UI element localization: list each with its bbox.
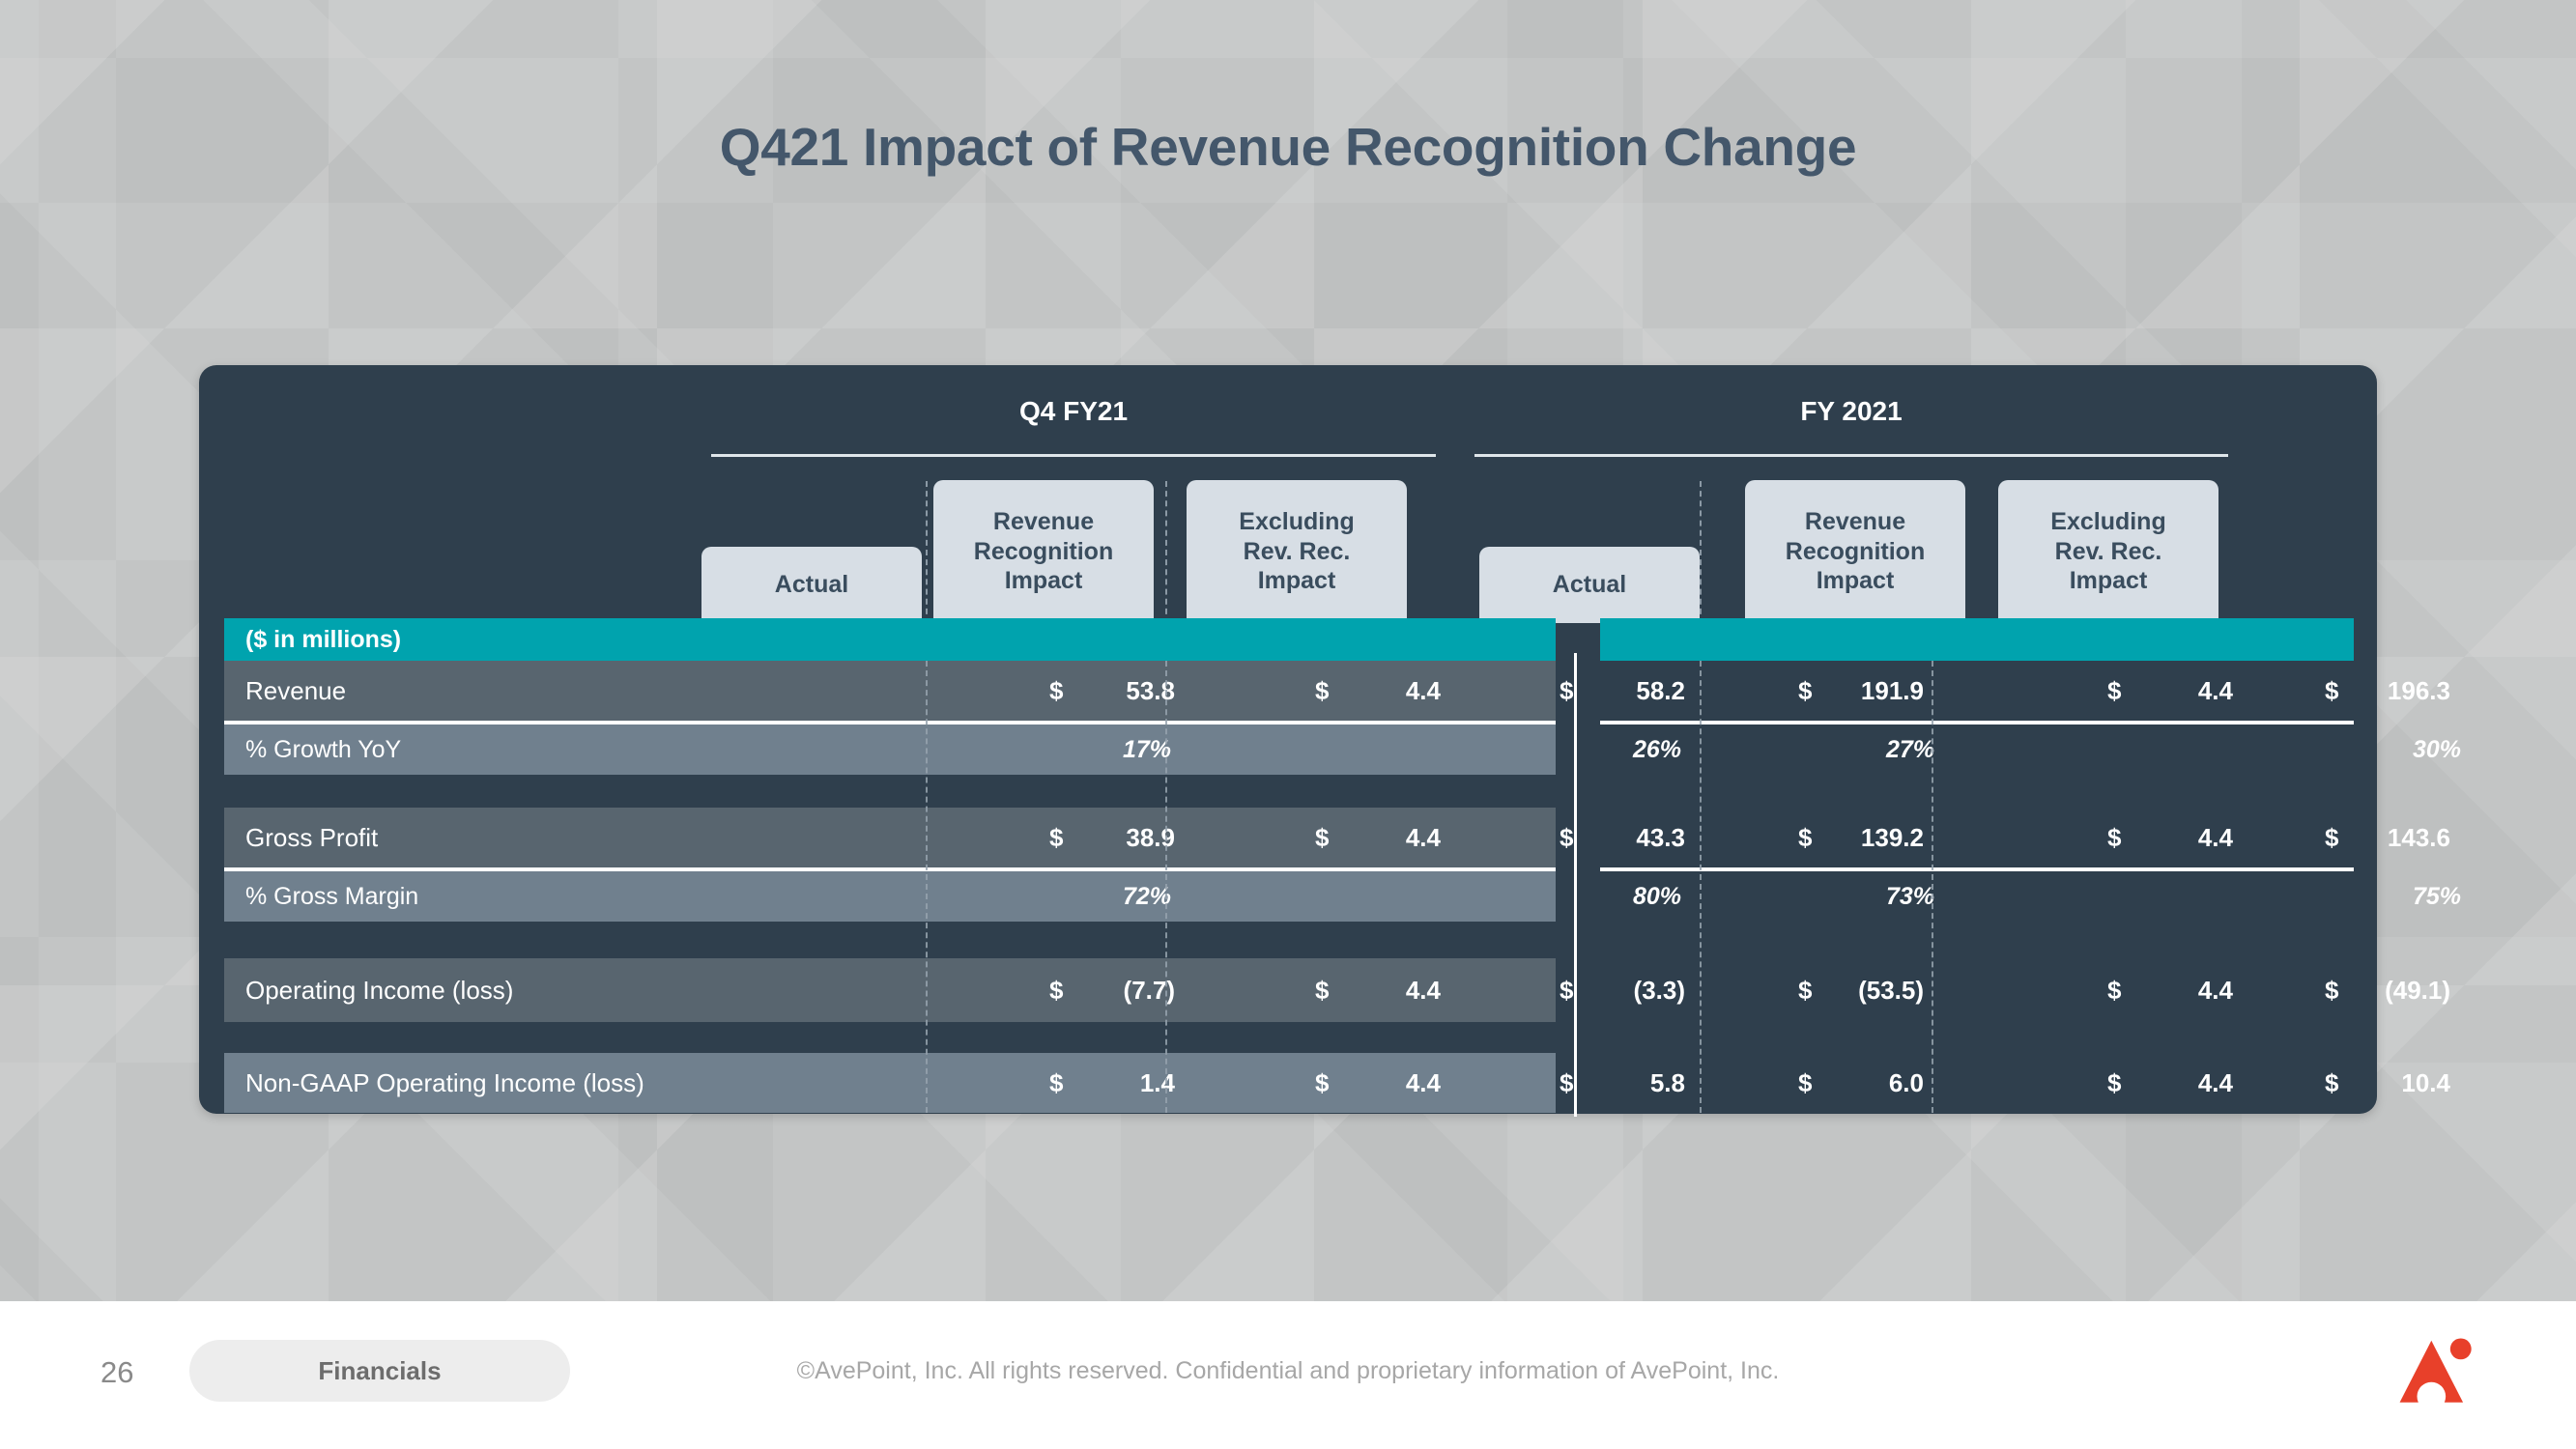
column-header-q4-excluding[interactable]: Excluding Rev. Rec. Impact xyxy=(1187,480,1407,623)
column-header-q4-rev-rec-impact[interactable]: Revenue Recognition Impact xyxy=(933,480,1154,623)
column-header-label: Revenue Recognition Impact xyxy=(1785,508,1926,595)
cell-fy-actual-value: $139.2 xyxy=(1798,822,1924,852)
group-rule-fy2021 xyxy=(1474,454,2228,457)
cell-q4-excluding-value: $43.3 xyxy=(1560,822,1685,852)
copyright-text: ©AvePoint, Inc. All rights reserved. Con… xyxy=(796,1357,1780,1384)
cell-q4-actual-value: 17% xyxy=(1122,735,1171,763)
cell-q4-actual-value: $1.4 xyxy=(1049,1067,1175,1097)
cell-q4-actual-value: $38.9 xyxy=(1049,822,1175,852)
cell-fy-excluding-value: $143.6 xyxy=(2325,822,2450,852)
cell-fy-excluding-value: 75% xyxy=(2412,882,2461,910)
table-row[interactable]: Non-GAAP Operating Income (loss) $1.4 $4… xyxy=(199,1053,2450,1113)
cell-fy-impact-value: $4.4 xyxy=(2107,822,2233,852)
row-label: % Gross Margin xyxy=(224,871,1556,922)
cell-q4-impact-value: $4.4 xyxy=(1315,675,1441,705)
column-header-fy-actual[interactable]: Actual xyxy=(1479,547,1700,623)
cell-q4-excluding-value: 80% xyxy=(1632,882,1681,910)
cell-fy-impact-value: $4.4 xyxy=(2107,975,2233,1005)
units-banner-left: ($ in millions) xyxy=(224,618,1556,661)
header-dash-3 xyxy=(1700,481,1702,624)
group-rule-q4fy21 xyxy=(711,454,1436,457)
column-header-label: Actual xyxy=(1552,571,1627,599)
column-header-label: Excluding Rev. Rec. Impact xyxy=(2050,508,2166,595)
table-row[interactable]: Gross Profit $38.9 $4.4 $43.3 $139.2 $4.… xyxy=(199,808,2450,867)
cell-fy-actual-value: $ (53.5) xyxy=(1798,975,1924,1005)
cell-q4-actual-value: 72% xyxy=(1122,882,1171,910)
table-row[interactable]: % Gross Margin 72% 80% 73% 75% xyxy=(199,871,2461,922)
table-row[interactable]: % Growth YoY 17% 26% 27% 30% xyxy=(199,724,2461,775)
cell-fy-impact-value: $4.4 xyxy=(2107,1067,2233,1097)
page-title: Q421 Impact of Revenue Recognition Chang… xyxy=(719,117,1857,177)
slide-canvas: Q421 Impact of Revenue Recognition Chang… xyxy=(0,0,2576,1449)
cell-q4-excluding-value: 26% xyxy=(1632,735,1681,763)
group-header-fy2021: FY 2021 xyxy=(1800,396,1903,426)
table-row[interactable]: Operating Income (loss) $ (7.7) $4.4 $ (3.… xyxy=(199,958,2450,1022)
cell-q4-excluding-value: $ (3.3) xyxy=(1560,975,1685,1005)
avepoint-logo-icon xyxy=(2398,1336,2474,1411)
cell-q4-actual-value: $53.8 xyxy=(1049,675,1175,705)
cell-q4-excluding-value: $5.8 xyxy=(1560,1067,1685,1097)
column-header-label: Actual xyxy=(774,571,849,599)
financial-table-panel: Q4 FY21 FY 2021 Actual Revenue Recogniti… xyxy=(199,365,2461,1117)
header-dash-2 xyxy=(1165,481,1167,624)
cell-fy-actual-value: $6.0 xyxy=(1798,1067,1924,1097)
cell-q4-impact-value: $4.4 xyxy=(1315,1067,1441,1097)
units-banner-label: ($ in millions) xyxy=(245,625,402,653)
units-banner-row: ($ in millions) xyxy=(199,618,2377,661)
group-header-q4fy21: Q4 FY21 xyxy=(1018,396,1129,426)
column-header-label: Revenue Recognition Impact xyxy=(973,508,1114,595)
cell-fy-excluding-value: 30% xyxy=(2412,735,2461,763)
column-divider-q4-1 xyxy=(926,661,928,1113)
cell-fy-impact-value: $4.4 xyxy=(2107,675,2233,705)
cell-q4-excluding-value: $58.2 xyxy=(1560,675,1685,705)
cell-q4-impact-value: $4.4 xyxy=(1315,975,1441,1005)
cell-fy-actual-value: $191.9 xyxy=(1798,675,1924,705)
table-row[interactable]: Revenue $53.8 $4.4 $58.2 $191.9 $4.4 $ 1… xyxy=(199,661,2450,721)
slide-footer: 26 Financials ©AvePoint, Inc. All rights… xyxy=(0,1301,2576,1449)
column-divider-q4-2 xyxy=(1165,661,1167,1113)
group-divider xyxy=(1574,653,1577,1117)
row-label: % Growth YoY xyxy=(224,724,1556,775)
column-header-fy-rev-rec-impact[interactable]: Revenue Recognition Impact xyxy=(1745,480,1965,623)
column-header-fy-excluding[interactable]: Excluding Rev. Rec. Impact xyxy=(1998,480,2218,623)
column-header-label: Excluding Rev. Rec. Impact xyxy=(1239,508,1355,595)
cell-fy-excluding-value: $10.4 xyxy=(2325,1067,2450,1097)
cell-q4-impact-value: $4.4 xyxy=(1315,822,1441,852)
column-header-q4-actual[interactable]: Actual xyxy=(701,547,922,623)
cell-fy-excluding-value: $ (49.1) xyxy=(2325,975,2450,1005)
cell-q4-actual-value: $ (7.7) xyxy=(1049,975,1175,1005)
header-dash-1 xyxy=(926,481,928,624)
cell-fy-excluding-value: $196.3 xyxy=(2325,675,2450,705)
units-banner-right xyxy=(1600,618,2354,661)
column-divider-fy-2 xyxy=(1932,661,1933,1113)
table-body: ($ in millions) Revenue $53.8 $4.4 $58.2 xyxy=(199,618,2461,1117)
column-divider-fy-1 xyxy=(1700,661,1702,1113)
